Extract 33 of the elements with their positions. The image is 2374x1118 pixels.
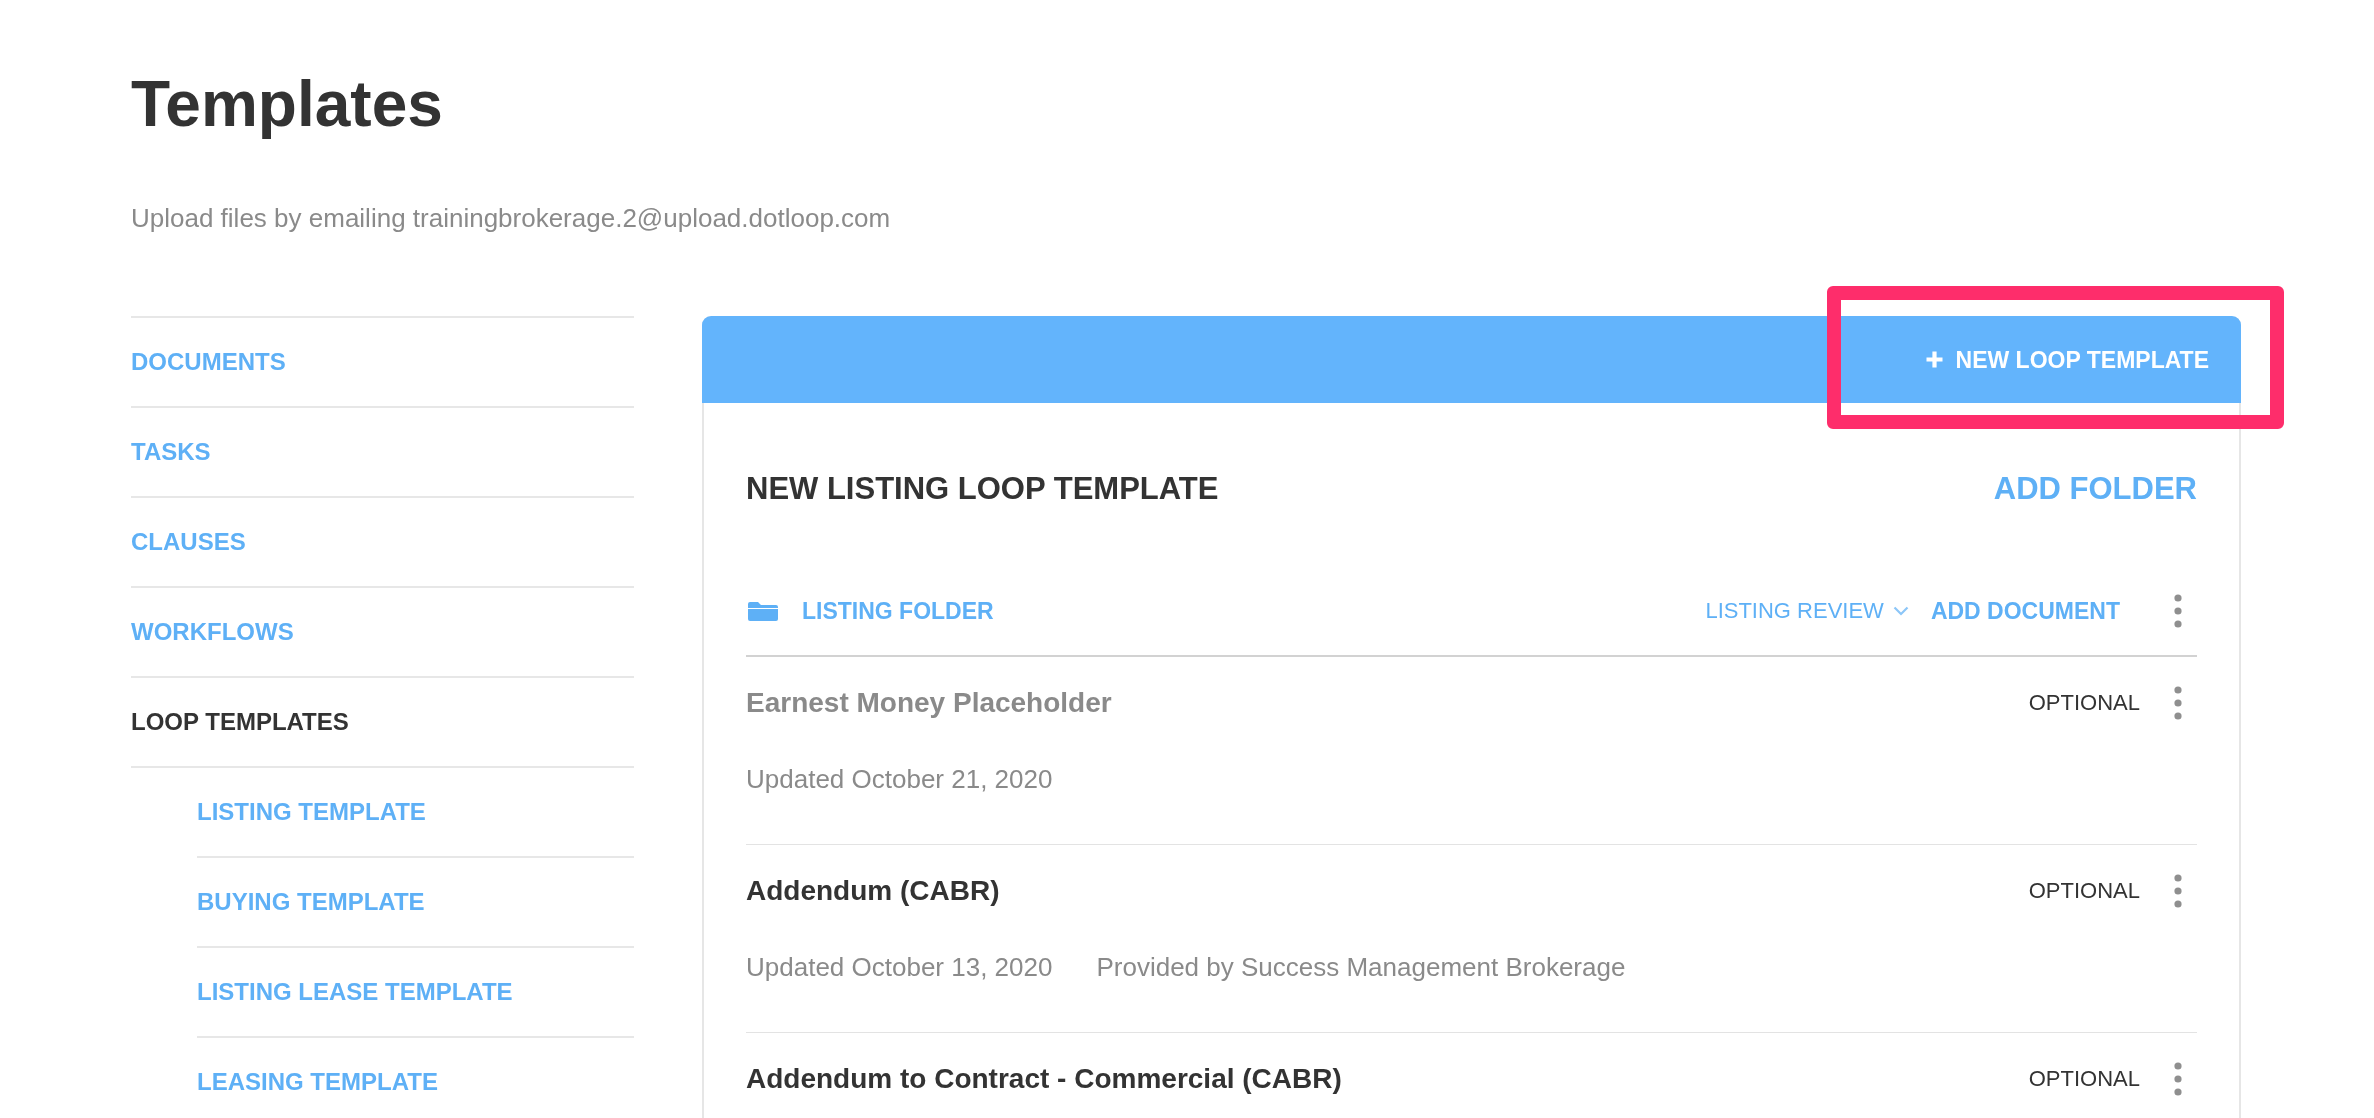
more-options-icon[interactable] bbox=[2174, 594, 2182, 628]
sidebar-item[interactable]: CLAUSES bbox=[131, 526, 246, 558]
sidebar-item[interactable]: BUYING TEMPLATE bbox=[197, 886, 425, 918]
page-title: Templates bbox=[131, 67, 443, 142]
sidebar-item[interactable]: LISTING LEASE TEMPLATE bbox=[197, 976, 513, 1008]
sidebar-item[interactable]: DOCUMENTS bbox=[131, 346, 286, 378]
add-document-link[interactable]: ADD DOCUMENT bbox=[1930, 596, 2120, 626]
add-folder-link[interactable]: ADD FOLDER bbox=[1993, 469, 2197, 509]
document-title[interactable]: Earnest Money Placeholder bbox=[746, 683, 1112, 723]
sidebar-item[interactable]: WORKFLOWS bbox=[131, 616, 294, 648]
status-label: OPTIONAL bbox=[2028, 877, 2140, 905]
template-title: NEW LISTING LOOP TEMPLATE bbox=[746, 470, 1219, 508]
provider-note: Provided by Success Management Brokerage bbox=[1096, 951, 1626, 984]
more-options-icon[interactable] bbox=[2174, 1062, 2182, 1096]
document-title[interactable]: Addendum (CABR) bbox=[746, 871, 1000, 911]
more-options-icon[interactable] bbox=[2174, 874, 2182, 908]
status-label: OPTIONAL bbox=[2028, 689, 2140, 717]
document-title[interactable]: Addendum to Contract - Commercial (CABR) bbox=[746, 1059, 1342, 1099]
new-loop-template-button[interactable]: NEW LOOP TEMPLATE bbox=[1924, 344, 2209, 375]
folder-icon bbox=[748, 601, 778, 621]
sidebar-item[interactable]: LOOP TEMPLATES bbox=[131, 706, 349, 738]
review-dropdown[interactable]: LISTING REVIEW bbox=[1705, 596, 1909, 626]
folder-name[interactable]: LISTING FOLDER bbox=[802, 596, 994, 626]
upload-instructions: Upload files by emailing trainingbrokerage.2@upload.dotloop.com bbox=[131, 202, 891, 235]
updated-date: Updated October 21, 2020 bbox=[746, 763, 1053, 796]
updated-date: Updated October 13, 2020 bbox=[746, 951, 1053, 984]
sidebar-item[interactable]: TASKS bbox=[131, 436, 211, 468]
more-options-icon[interactable] bbox=[2174, 686, 2182, 720]
status-label: OPTIONAL bbox=[2028, 1065, 2140, 1093]
sidebar-item[interactable]: LISTING TEMPLATE bbox=[197, 796, 426, 828]
chevron-down-icon bbox=[1892, 606, 1909, 616]
plus-icon bbox=[1924, 350, 1944, 369]
sidebar-item[interactable]: LEASING TEMPLATE bbox=[197, 1066, 438, 1098]
